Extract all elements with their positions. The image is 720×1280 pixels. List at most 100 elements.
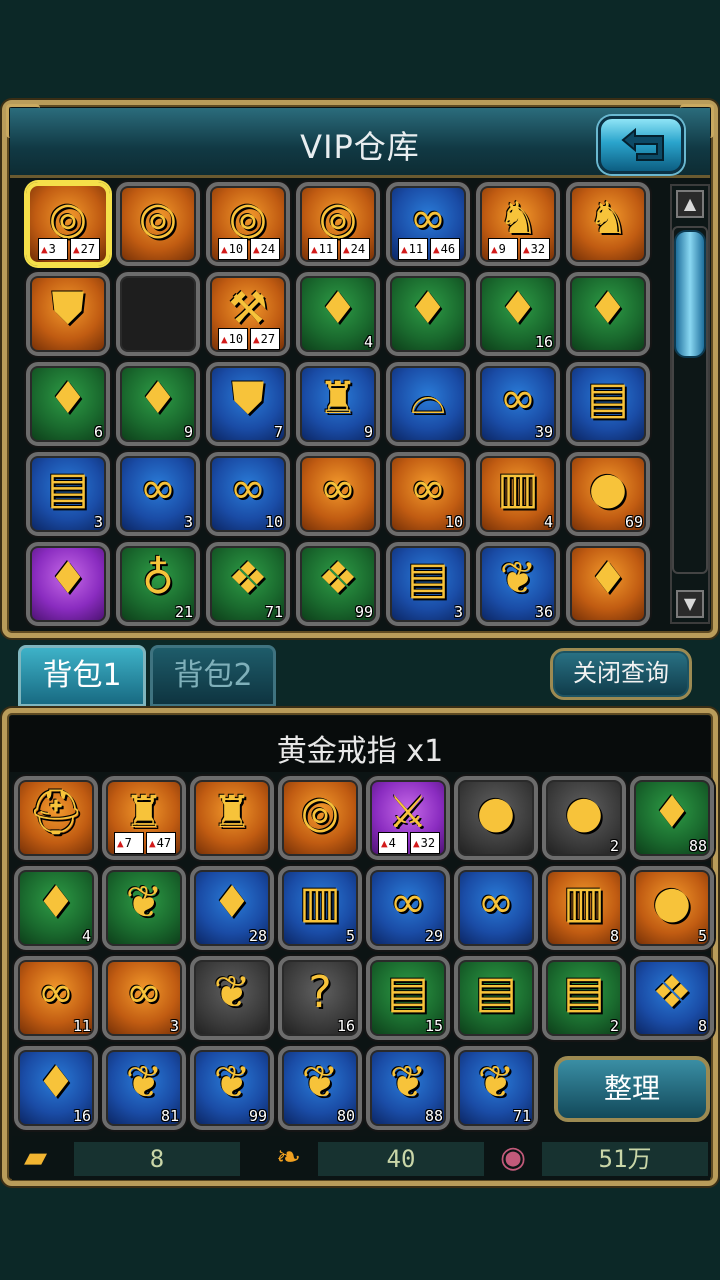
chain-icon: ∞ [409,193,447,245]
bag-item-slot[interactable]: ❦ 81 [102,1046,186,1130]
bag-item-slot[interactable]: ● [454,776,538,860]
vip-item-slot[interactable]: ♦ [566,542,650,626]
vip-item-slot[interactable]: ▤ [566,362,650,446]
bag-item-slot[interactable]: ❦ [190,956,274,1040]
bag-item-slot[interactable]: ∞ 3 [102,956,186,1040]
vip-item-slot[interactable]: ❖ 71 [206,542,290,626]
bag-item-slot[interactable]: ● 5 [630,866,714,950]
vip-item-slot[interactable]: ♦ 6 [26,362,110,446]
bag-item-slot[interactable]: ◎ [278,776,362,860]
item-count: 4 [543,513,553,531]
item-count: 8 [609,927,619,945]
item-count: 5 [697,927,707,945]
vip-item-slot[interactable]: ♦ [26,542,110,626]
scrollbar-thumb[interactable] [674,230,706,358]
vip-item-slot[interactable]: ⛊ 7 [206,362,290,446]
vip-item-slot[interactable]: ◎ ▲ 11 ▲ 24 [296,182,380,266]
bag-item-slot[interactable]: ♜ [190,776,274,860]
item-count: 39 [534,423,553,441]
close-query-button[interactable]: 关闭查询 [550,648,692,700]
scroll-down-icon[interactable]: ▼ [676,590,704,618]
vip-item-slot[interactable]: ▤ 3 [26,452,110,536]
stat-level-badge: ▲ 11 [398,238,428,260]
gem-icon: ♦ [588,553,628,605]
horse-icon: ♞ [588,193,628,245]
bag-item-slot[interactable]: ∞ 11 [14,956,98,1040]
item-count: 9 [183,423,193,441]
vip-item-slot[interactable]: ♦ 16 [476,272,560,356]
bag-item-slot[interactable]: ▤ 15 [366,956,450,1040]
vip-item-slot[interactable]: ◎ [116,182,200,266]
vip-item-slot[interactable]: ◎ ▲ 3 ▲ 27 [26,182,110,266]
gold-amount: 8 [74,1142,240,1176]
vip-item-slot[interactable]: ⛊ [26,272,110,356]
vip-item-slot[interactable]: ∞ 39 [476,362,560,446]
vip-item-slot[interactable]: ∞ 3 [116,452,200,536]
vip-item-slot[interactable]: ♦ 9 [116,362,200,446]
item-count: 80 [336,1107,355,1125]
vip-item-slot[interactable]: ◎ ▲ 10 ▲ 24 [206,182,290,266]
vip-item-slot[interactable]: ❦ 36 [476,542,560,626]
vip-item-slot[interactable]: ❖ 99 [296,542,380,626]
sort-button[interactable]: 整理 [554,1056,710,1122]
scroll-up-icon[interactable]: ▲ [676,190,704,218]
item-count: 3 [93,513,103,531]
bag-item-slot[interactable]: ❦ 99 [190,1046,274,1130]
vip-item-slot[interactable]: ♦ [566,272,650,356]
corner-ornament [6,104,40,138]
tab-backpack-2[interactable]: 背包2 [150,645,276,707]
bag-item-slot[interactable]: ♦ 88 [630,776,714,860]
bag-item-slot[interactable]: ♦ 16 [14,1046,98,1130]
chain-icon: ∞ [37,967,75,1019]
stat-power-badge: ▲ 47 [146,832,176,854]
armor-icon: ⛊ [231,373,265,425]
vip-item-slot[interactable]: ∞ 10 [386,452,470,536]
stat-level-badge: ▲ 3 [38,238,68,260]
vip-item-slot[interactable]: ♦ 4 [296,272,380,356]
vip-item-slot[interactable]: ♦ [386,272,470,356]
robe-icon: ♜ [124,787,164,839]
bag-item-slot[interactable]: ❦ 71 [454,1046,538,1130]
vip-item-slot[interactable]: ♞ ▲ 9 ▲ 32 [476,182,560,266]
vip-item-slot[interactable]: ∞ [296,452,380,536]
bag-item-slot[interactable]: ❦ 88 [366,1046,450,1130]
item-count: 11 [72,1017,91,1035]
bag-item-slot[interactable]: ♜ ▲ 7 ▲ 47 [102,776,186,860]
vip-item-slot[interactable]: ∞ 10 [206,452,290,536]
gem-icon: ♦ [138,373,178,425]
tab-backpack-1[interactable]: 背包1 [18,645,146,707]
bag-icon: ● [564,787,604,839]
vip-item-slot[interactable]: ● 69 [566,452,650,536]
bag-item-slot[interactable]: ❦ 80 [278,1046,362,1130]
bag-item-slot[interactable]: ● 2 [542,776,626,860]
bag-item-slot[interactable]: ⚔ ▲ 4 ▲ 32 [366,776,450,860]
bag-item-slot[interactable]: ▥ 5 [278,866,362,950]
vip-item-slot[interactable]: ♁ 21 [116,542,200,626]
bag-item-slot[interactable]: ▤ [454,956,538,1040]
vip-item-slot[interactable]: ▥ 4 [476,452,560,536]
vip-item-slot[interactable]: ▤ 3 [386,542,470,626]
vip-item-empty-slot[interactable] [116,272,200,356]
item-count: 3 [453,603,463,621]
bag-item-slot[interactable]: ⛑ [14,776,98,860]
gem-icon: ♦ [36,877,76,929]
bag-item-slot[interactable]: ♦ 28 [190,866,274,950]
bag-item-slot[interactable]: ❦ [102,866,186,950]
vip-item-slot[interactable]: ♜ 9 [296,362,380,446]
wand-icon: ⚒ [228,283,268,335]
item-info-bar: 黄金戒指 x1 [10,716,710,772]
vip-item-slot[interactable]: ♞ [566,182,650,266]
item-count: 6 [93,423,103,441]
vip-item-slot[interactable]: ⌓ [386,362,470,446]
bag-item-slot[interactable]: ? 16 [278,956,362,1040]
scroll-icon: ▤ [47,463,89,515]
vip-item-slot[interactable]: ⚒ ▲ 10 ▲ 27 [206,272,290,356]
vip-item-slot[interactable]: ∞ ▲ 11 ▲ 46 [386,182,470,266]
bag-item-slot[interactable]: ❖ 8 [630,956,714,1040]
bag-item-slot[interactable]: ▤ 2 [542,956,626,1040]
bag-item-slot[interactable]: ▥ 8 [542,866,626,950]
back-button[interactable] [598,116,684,174]
bag-item-slot[interactable]: ∞ 29 [366,866,450,950]
bag-item-slot[interactable]: ∞ [454,866,538,950]
bag-item-slot[interactable]: ♦ 4 [14,866,98,950]
